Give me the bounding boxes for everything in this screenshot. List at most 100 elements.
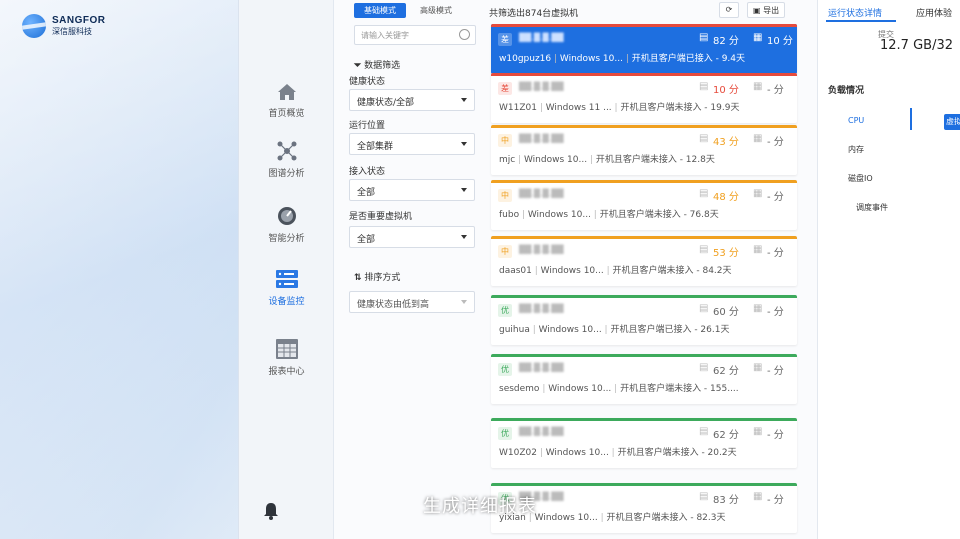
- tab-basic-mode[interactable]: 基础模式: [354, 3, 406, 18]
- health-color-bar: [491, 125, 797, 128]
- result-count: 共筛选出874台虚拟机: [489, 9, 579, 19]
- metric-score: - 分: [767, 366, 784, 377]
- nav-label-home: 首页概览: [268, 109, 305, 119]
- select-important[interactable]: 全部: [349, 226, 475, 248]
- chevron-down-icon: [461, 98, 467, 102]
- refresh-button[interactable]: ⟳: [719, 2, 739, 18]
- refresh-icon: ⟳: [725, 5, 733, 14]
- load-item-schedule[interactable]: 调度事件: [856, 202, 888, 213]
- health-score: 53 分: [713, 248, 739, 259]
- search-input[interactable]: 请输入关键字: [354, 25, 476, 45]
- load-item-cpu[interactable]: CPU: [848, 116, 864, 125]
- nav-item-intelligent[interactable]: 智能分析: [239, 205, 334, 244]
- health-color-bar: [491, 483, 797, 486]
- health-tag: 差: [498, 82, 512, 95]
- select-location-value: 全部集群: [357, 142, 394, 152]
- vm-status: 开机且客户端已接入 - 26.1天: [610, 325, 730, 335]
- nav-item-report[interactable]: 报表中心: [239, 338, 334, 377]
- vm-card[interactable]: 中 ██.█.█.██ ▤ 53 分 ▦ - 分 daas01 | Windows 10..…: [491, 236, 797, 286]
- home-icon: [277, 84, 296, 100]
- health-color-bar: [491, 295, 797, 298]
- tab-run-status[interactable]: 运行状态详情: [828, 6, 882, 19]
- sort-icon: ⇅: [354, 273, 362, 283]
- vm-card[interactable]: 差 ██.█.█.██ ▤ 10 分 ▦ - 分 W11Z01 | Windows 11 .…: [491, 73, 797, 123]
- health-color-bar: [491, 418, 797, 421]
- nav-label-intelligent: 智能分析: [268, 234, 305, 244]
- health-tag: 优: [498, 304, 512, 317]
- search-placeholder: 请输入关键字: [361, 31, 409, 40]
- score-icon: ▤: [699, 244, 709, 255]
- vm-name: sesdemo: [499, 384, 540, 394]
- tab-app-experience[interactable]: 应用体验: [916, 6, 952, 19]
- score-icon: ▤: [699, 426, 709, 437]
- health-color-bar: [491, 73, 797, 76]
- health-score: 62 分: [713, 430, 739, 441]
- search-icon[interactable]: [459, 29, 470, 40]
- load-separator: [910, 108, 912, 130]
- brand-subname: 深信服科技: [52, 27, 92, 36]
- nav-item-graph[interactable]: 图谱分析: [239, 140, 334, 179]
- health-color-bar: [491, 180, 797, 183]
- vm-ip-blurred: ██.█.█.██: [519, 134, 564, 143]
- field-label-location: 运行位置: [349, 121, 386, 131]
- score-icon: ▤: [699, 81, 709, 92]
- vm-button[interactable]: 虚拟: [944, 114, 960, 130]
- vm-os: Windows 10...: [527, 210, 591, 220]
- vm-os: Windows 10...: [548, 384, 612, 394]
- select-access[interactable]: 全部: [349, 179, 475, 201]
- load-item-memory[interactable]: 内存: [848, 144, 864, 155]
- health-score: 60 分: [713, 307, 739, 318]
- select-health[interactable]: 健康状态/全部: [349, 89, 475, 111]
- nav-item-device-monitor[interactable]: 设备监控: [239, 268, 334, 307]
- select-location[interactable]: 全部集群: [349, 133, 475, 155]
- vm-status: 开机且客户端未接入 - 84.2天: [612, 266, 732, 276]
- report-icon: [275, 339, 298, 359]
- health-tag: 优: [498, 363, 512, 376]
- vm-card[interactable]: 中 ██.█.█.██ ▤ 43 分 ▦ - 分 mjc | Windows 10... |…: [491, 125, 797, 175]
- metric-icon: ▦: [753, 426, 763, 437]
- vm-card[interactable]: 差 ██.█.█.██ ▤ 82 分 ▦ 10 分 w10gpuz16 | Windows …: [491, 24, 797, 74]
- vm-card[interactable]: 优 ██.█.█.██ ▤ 60 分 ▦ - 分 guihua | Windows 10..…: [491, 295, 797, 345]
- tab-advanced-mode[interactable]: 高级模式: [410, 3, 462, 18]
- field-label-health: 健康状态: [349, 77, 386, 87]
- vm-ip-blurred: ██.█.█.██: [519, 245, 564, 254]
- sort-title: 排序方式: [364, 273, 401, 283]
- vm-os: Windows 10...: [540, 266, 604, 276]
- metric-icon: ▦: [753, 32, 763, 43]
- export-label: 导出: [763, 6, 780, 15]
- filter-funnel-icon: ⏷: [354, 61, 362, 71]
- health-score: 48 分: [713, 192, 739, 203]
- health-tag: 差: [498, 33, 512, 46]
- vm-card[interactable]: 优 ██.█.█.██ ▤ 62 分 ▦ - 分 sesdemo | Windows 10.…: [491, 354, 797, 404]
- metric-score: - 分: [767, 137, 784, 148]
- vm-status: 开机且客户端未接入 - 76.8天: [599, 210, 719, 220]
- vm-card[interactable]: 优 ██.█.█.██ ▤ 62 分 ▦ - 分 W10Z02 | Windows 10..…: [491, 418, 797, 468]
- select-sort-value: 健康状态由低到高: [357, 300, 430, 310]
- vm-info-line: daas01 | Windows 10... | 开机且客户端未接入 - 84.…: [499, 266, 732, 276]
- vm-card[interactable]: 中 ██.█.█.██ ▤ 48 分 ▦ - 分 fubo | Windows 10... …: [491, 180, 797, 230]
- vm-info-line: W11Z01 | Windows 11 ... | 开机且客户端未接入 - 19…: [499, 103, 740, 113]
- metric-score: - 分: [767, 85, 784, 96]
- load-item-diskio[interactable]: 磁盘IO: [848, 173, 873, 184]
- vm-ip-blurred: ██.█.█.██: [519, 427, 564, 436]
- health-score: 10 分: [713, 85, 739, 96]
- select-sort[interactable]: 健康状态由低到高: [349, 291, 475, 313]
- metric-score: - 分: [767, 307, 784, 318]
- vm-status: 开机且客户端未接入 - 19.9天: [620, 103, 740, 113]
- vm-info-line: W10Z02 | Windows 10... | 开机且客户端未接入 - 20.…: [499, 448, 737, 458]
- health-score: 43 分: [713, 137, 739, 148]
- vm-name: daas01: [499, 266, 532, 276]
- vm-name: W11Z01: [499, 103, 537, 113]
- graph-icon: [277, 141, 296, 161]
- vm-status: 开机且客户端未接入 - 20.2天: [617, 448, 737, 458]
- select-important-value: 全部: [357, 235, 376, 245]
- nav-item-home[interactable]: 首页概览: [239, 82, 334, 119]
- brand-name: SANGFOR: [52, 15, 106, 26]
- vm-os: Windows 10...: [538, 325, 602, 335]
- vm-info-line: guihua | Windows 10... | 开机且客户端已接入 - 26.…: [499, 325, 730, 335]
- export-button[interactable]: ▣ 导出: [747, 2, 786, 18]
- metric-icon: ▦: [753, 133, 763, 144]
- chevron-down-icon: [461, 300, 467, 304]
- vm-status: 开机且客户端未接入 - 12.8天: [595, 155, 715, 165]
- score-icon: ▤: [699, 362, 709, 373]
